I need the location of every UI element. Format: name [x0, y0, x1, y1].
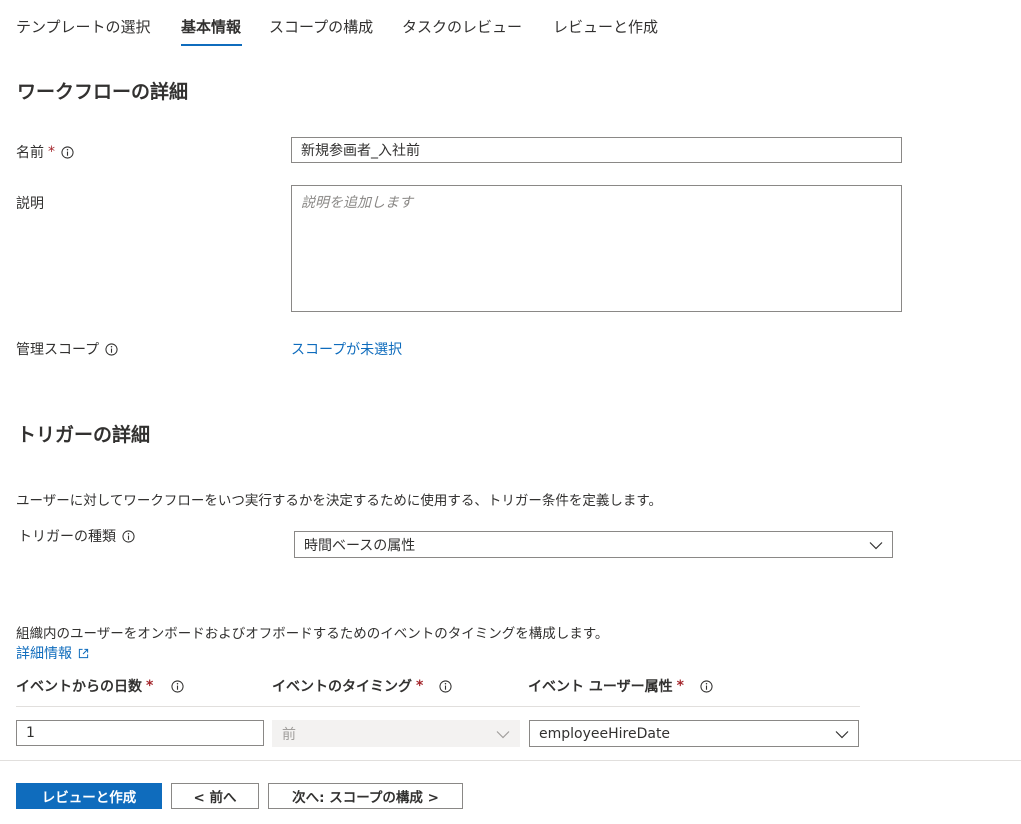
info-icon[interactable]	[439, 679, 452, 693]
learn-more-link[interactable]: 詳細情報	[16, 643, 89, 663]
review-create-button[interactable]: レビューと作成	[16, 783, 162, 809]
event-user-attribute-value: employeeHireDate	[539, 725, 671, 742]
info-icon[interactable]	[61, 145, 74, 159]
trigger-type-label: トリガーの種類	[18, 529, 116, 545]
name-label: 名前	[16, 145, 44, 161]
scope-not-selected-link[interactable]: スコープが未選択	[291, 339, 402, 359]
external-link-icon	[78, 648, 89, 658]
trigger-details-heading: トリガーの詳細	[17, 424, 151, 446]
event-user-attribute-dropdown[interactable]: employeeHireDate	[529, 720, 859, 747]
description-textarea[interactable]	[291, 185, 902, 312]
timing-column-header: イベントのタイミング *	[272, 676, 452, 696]
active-tab-indicator	[181, 44, 242, 46]
info-icon[interactable]	[171, 679, 184, 693]
tab-review-tasks[interactable]: タスクのレビュー	[402, 16, 522, 37]
event-timing-value: 前	[282, 726, 296, 743]
chevron-down-icon	[496, 730, 510, 738]
info-icon[interactable]	[105, 342, 118, 356]
trigger-type-label-group: トリガーの種類	[18, 526, 135, 546]
required-asterisk: *	[676, 678, 684, 694]
days-from-event-input[interactable]	[16, 720, 264, 746]
chevron-down-icon	[869, 541, 883, 549]
event-timing-dropdown[interactable]: 前	[272, 720, 520, 747]
days-label: イベントからの日数	[16, 679, 142, 695]
info-icon[interactable]	[700, 679, 713, 693]
footer-divider	[0, 760, 1021, 761]
tab-basics[interactable]: 基本情報	[181, 16, 241, 37]
required-asterisk: *	[416, 678, 424, 694]
previous-button[interactable]: < 前へ	[171, 783, 259, 809]
description-label: 説明	[16, 196, 44, 212]
attribute-column-header: イベント ユーザー属性 *	[528, 676, 713, 696]
attribute-label: イベント ユーザー属性	[528, 679, 673, 695]
info-icon[interactable]	[122, 529, 135, 543]
scope-label-group: 管理スコープ	[16, 339, 118, 359]
tab-review-create[interactable]: レビューと作成	[553, 16, 658, 37]
timing-description: 組織内のユーザーをオンボードおよびオフボードするためのイベントのタイミングを構成…	[16, 626, 609, 642]
learn-more-label: 詳細情報	[16, 646, 72, 662]
timing-label: イベントのタイミング	[272, 679, 412, 695]
trigger-type-value: 時間ベースの属性	[304, 537, 416, 554]
next-configure-scope-button[interactable]: 次へ: スコープの構成 >	[268, 783, 463, 809]
trigger-type-dropdown[interactable]: 時間ベースの属性	[294, 531, 893, 558]
days-column-header: イベントからの日数 *	[16, 676, 184, 696]
scope-label: 管理スコープ	[16, 342, 100, 358]
workflow-details-heading: ワークフローの詳細	[17, 81, 189, 103]
column-header-divider	[16, 706, 860, 707]
name-label-group: 名前 *	[16, 142, 74, 162]
name-input[interactable]	[291, 137, 902, 163]
required-asterisk: *	[48, 144, 55, 160]
chevron-down-icon	[835, 730, 849, 738]
required-asterisk: *	[146, 678, 154, 694]
tab-configure-scope[interactable]: スコープの構成	[269, 16, 373, 37]
trigger-description: ユーザーに対してワークフローをいつ実行するかを決定するために使用する、トリガー条…	[16, 493, 662, 509]
tab-template-selection[interactable]: テンプレートの選択	[16, 16, 151, 37]
